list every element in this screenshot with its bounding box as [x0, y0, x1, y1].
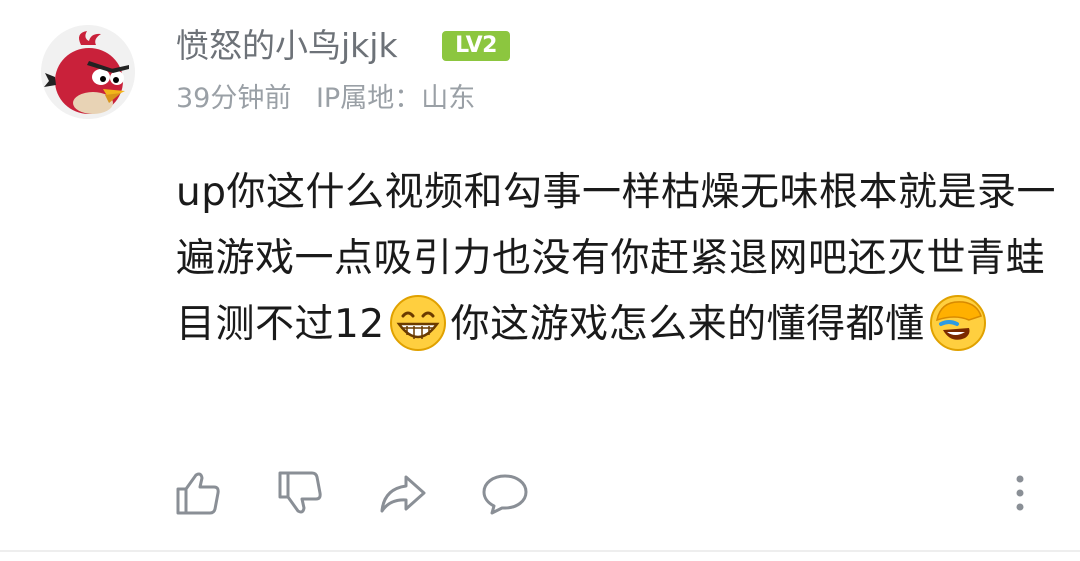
reply-button[interactable] — [480, 469, 530, 517]
username[interactable]: 愤怒的小鸟jkjk — [176, 24, 398, 68]
ip-location: IP属地：山东 — [315, 83, 476, 114]
avatar[interactable] — [41, 25, 135, 119]
share-button[interactable] — [378, 469, 428, 517]
more-button[interactable] — [1002, 469, 1038, 517]
comment-meta: 39分钟前 IP属地：山东 — [176, 80, 475, 118]
angry-bird-avatar-icon — [41, 25, 135, 119]
like-button[interactable] — [174, 469, 224, 517]
comment-icon — [482, 474, 528, 515]
grin-emoji-icon — [389, 294, 447, 352]
thumbs-down-icon — [278, 471, 322, 514]
comment-actions — [0, 465, 1080, 521]
thumbs-up-icon — [176, 472, 220, 515]
facepalm-laugh-emoji-icon — [929, 294, 987, 352]
comment-text: up你这什么视频和勾事一样枯燥无味根本就是录一遍游戏一点吸引力也没有你赶紧退网吧… — [176, 160, 1066, 358]
comment-text-part2: 你这游戏怎么来的懂得都懂 — [450, 302, 925, 347]
more-vertical-icon — [1016, 475, 1024, 511]
share-icon — [380, 475, 426, 513]
level-badge: LV2 — [442, 31, 510, 61]
dislike-button[interactable] — [276, 469, 326, 517]
divider — [0, 550, 1080, 552]
comment-time: 39分钟前 — [176, 83, 292, 114]
